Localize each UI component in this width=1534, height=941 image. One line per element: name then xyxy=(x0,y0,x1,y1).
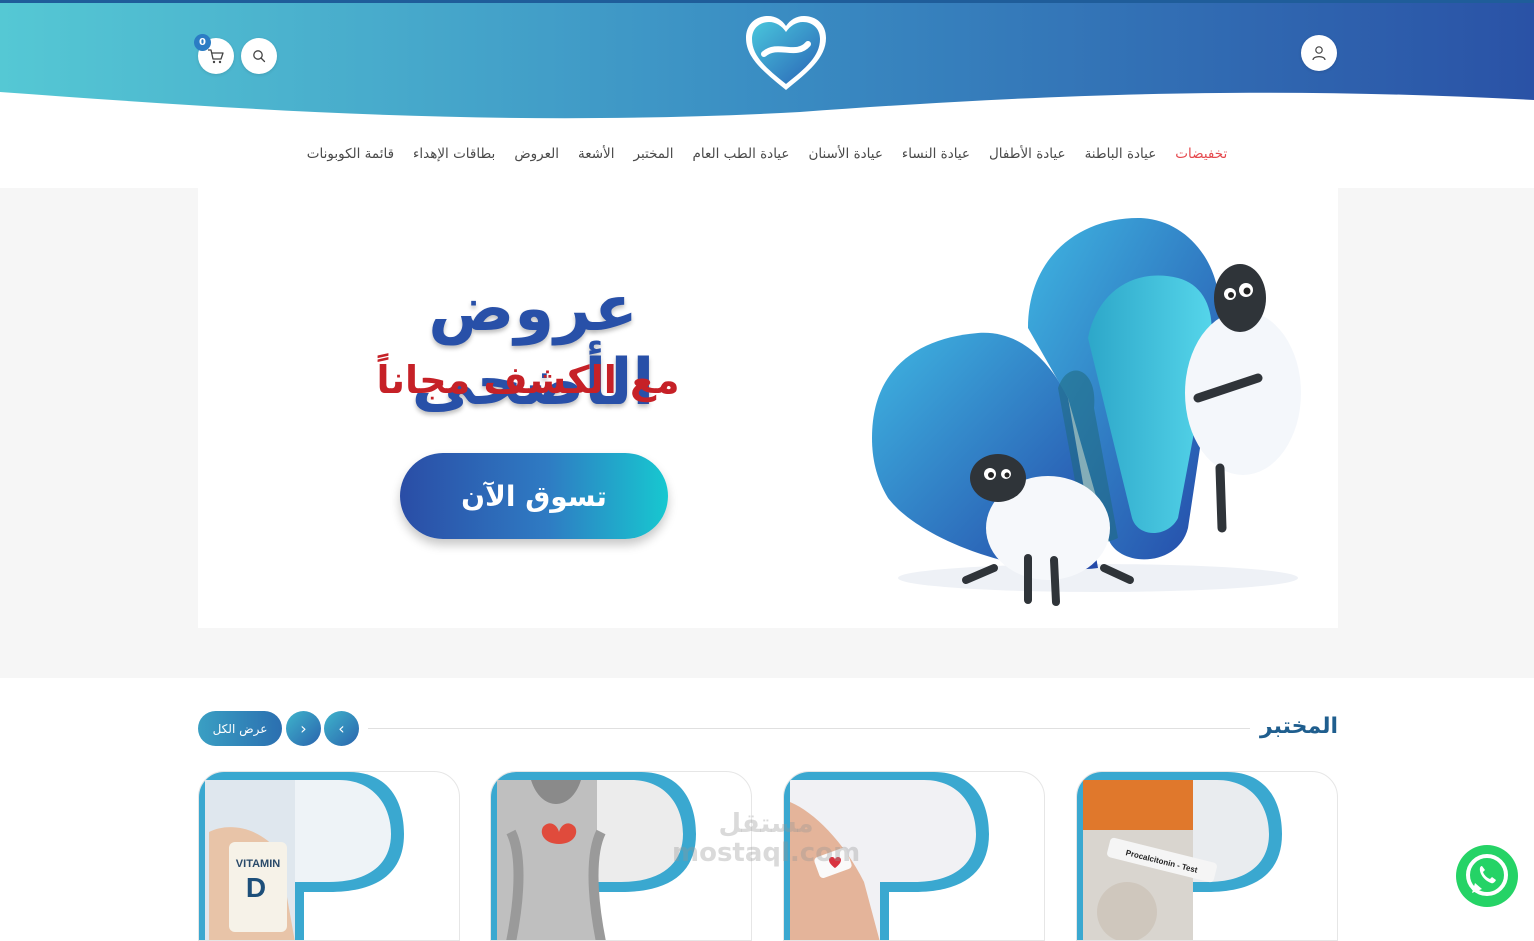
vitamin-label: VITAMIN xyxy=(236,858,280,870)
user-icon xyxy=(1312,46,1326,61)
whatsapp-icon xyxy=(1456,845,1518,907)
main-nav: تخفيضات عيادة الباطنة عيادة الأطفال عياد… xyxy=(0,146,1534,162)
section-divider xyxy=(368,728,1250,729)
product-card-procalcitonin[interactable]: Procalcitonin - Test xyxy=(1076,771,1338,941)
arm-blood-test-image xyxy=(784,772,989,940)
cart-button[interactable]: 0 xyxy=(194,34,234,74)
hero-subtitle: مع الكشف مجاناً xyxy=(376,358,680,402)
search-icon xyxy=(253,50,266,63)
nav-item-gynecology[interactable]: عيادة النساء xyxy=(902,146,970,162)
carousel-next-button[interactable]: ‹ xyxy=(324,711,359,746)
whatsapp-button[interactable] xyxy=(1455,844,1519,908)
lab-section-title: المختبر xyxy=(1259,714,1338,739)
carousel-prev-button[interactable]: › xyxy=(286,711,321,746)
chevron-right-icon: › xyxy=(300,719,307,738)
lab-products-carousel: VITAMIN D Procalcitonin - Test xyxy=(198,771,1338,941)
nav-item-coupons[interactable]: قائمة الكوبونات xyxy=(307,146,394,162)
nav-item-dental[interactable]: عيادة الأسنان xyxy=(808,146,882,162)
lab-section-header: المختبر عرض الكل › ‹ xyxy=(198,708,1338,748)
shop-now-button[interactable]: تسوق الآن xyxy=(400,453,668,539)
vitamin-letter: D xyxy=(246,872,266,903)
nav-item-offers[interactable]: العروض xyxy=(514,146,559,162)
account-button[interactable] xyxy=(1301,35,1337,71)
site-header: 0 xyxy=(0,0,1534,125)
nav-item-discounts[interactable]: تخفيضات xyxy=(1175,146,1227,162)
product-card-blood-test[interactable] xyxy=(783,771,1045,941)
thyroid-image xyxy=(491,772,696,940)
nav-item-pediatrics[interactable]: عيادة الأطفال xyxy=(989,146,1066,162)
procalcitonin-test-image: Procalcitonin - Test xyxy=(1077,772,1282,940)
search-button[interactable] xyxy=(241,38,277,74)
nav-item-internal-medicine[interactable]: عيادة الباطنة xyxy=(1085,146,1157,162)
nav-item-general-medicine[interactable]: عيادة الطب العام xyxy=(692,146,789,162)
cart-icon xyxy=(208,49,224,64)
hero-banner[interactable]: عروض الأضحى مع الكشف مجاناً تسوق الآن xyxy=(198,188,1338,628)
hero-heart-sheep-illustration xyxy=(872,218,1301,606)
nav-item-laboratory[interactable]: المختبر xyxy=(634,146,674,162)
vitamin-d-image: VITAMIN D xyxy=(199,772,404,940)
nav-item-radiology[interactable]: الأشعة xyxy=(578,146,615,162)
chevron-left-icon: ‹ xyxy=(338,719,345,738)
heart-logo[interactable] xyxy=(744,14,828,94)
nav-item-gift-cards[interactable]: بطاقات الإهداء xyxy=(413,146,495,162)
product-card-thyroid[interactable] xyxy=(490,771,752,941)
cart-count-badge: 0 xyxy=(194,34,211,51)
view-all-button[interactable]: عرض الكل xyxy=(198,711,282,746)
product-card-vitamin-d[interactable]: VITAMIN D xyxy=(198,771,460,941)
